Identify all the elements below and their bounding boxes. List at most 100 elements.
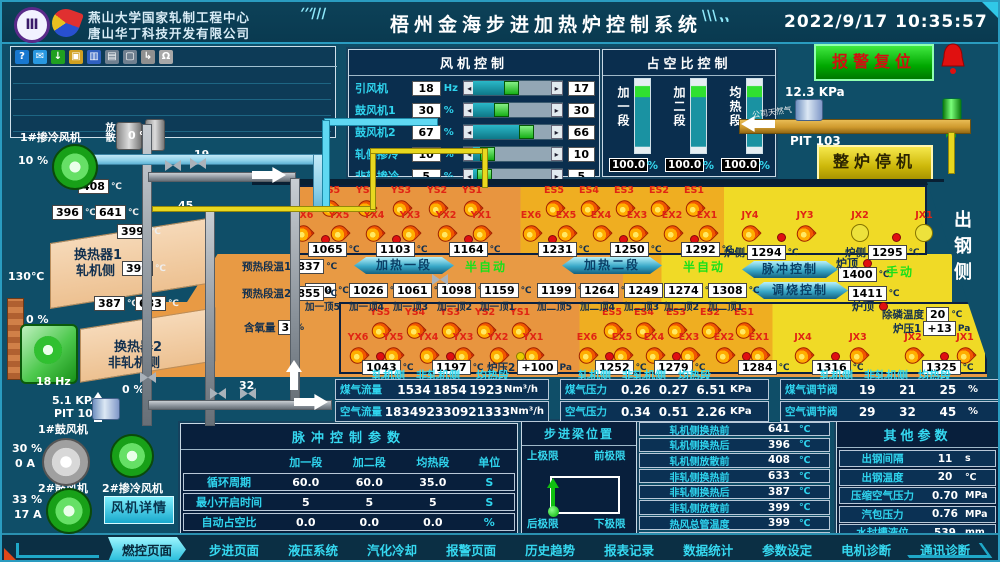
duty-column: 加一段 [615, 78, 651, 154]
mode-manual: 手动 [886, 263, 914, 280]
burner-label: JX1 [915, 211, 932, 221]
temp-unit: ℃ [168, 299, 179, 309]
fan-label: 引风机 [355, 80, 412, 96]
row-label: 空气调节阀 [781, 404, 847, 419]
zone-badge[interactable]: 脉冲控制 [742, 261, 838, 278]
temp-value: +100 [517, 360, 557, 375]
scada-screen: Ⅲ 燕山大学国家轧制工程中心 唐山华丁科技开发有限公司 '''\\\ 梧州金海步… [0, 0, 1000, 562]
flame-icon [738, 222, 761, 245]
fan-slider[interactable] [463, 80, 562, 96]
fan-slider-thumb[interactable] [494, 103, 509, 117]
mode-semi-auto-1: 半自动 [465, 258, 507, 275]
param-value[interactable]: 0.0 [401, 516, 465, 529]
other-param-row: 出钢间隔11s [839, 450, 996, 467]
temp-value: 1250 [610, 242, 649, 257]
row-value: 399 [759, 502, 799, 514]
row-value: 633 [759, 470, 799, 482]
cell-value: 0.26 [617, 383, 655, 397]
param-value[interactable]: 5 [338, 496, 402, 509]
help-icon[interactable]: ? [15, 50, 29, 64]
param-value[interactable]: 5 [274, 496, 338, 509]
burner-jy3: JY3 [792, 211, 818, 242]
tab-5[interactable]: 报警页面 [440, 537, 502, 562]
burner-label: YX1 [471, 211, 492, 221]
hx1-side: 轧机侧 [76, 260, 115, 279]
row-label: 煤气流量 [336, 382, 396, 397]
tab-3[interactable]: 液压系统 [282, 537, 344, 562]
temp-value: 1026 [349, 283, 388, 298]
param-value[interactable]: 35.0 [401, 476, 465, 489]
duty-slider[interactable] [690, 78, 707, 154]
burner-ex3: EX3 [624, 211, 650, 242]
beam-position-dot [548, 506, 559, 517]
fan-setpoint[interactable]: 30 [568, 103, 595, 118]
temp-sublabel: 加二顶4 [580, 299, 615, 313]
duty-slider[interactable] [634, 78, 651, 154]
row-value: 408 [759, 454, 799, 466]
tab-6[interactable]: 历史趋势 [519, 537, 581, 562]
burner-label: JX2 [851, 211, 868, 221]
burner-yx4: YX4 [361, 211, 387, 242]
row-unit: ℃ [799, 471, 829, 482]
burner-label: YX2 [436, 211, 457, 221]
other-param-row: 汽包压力0.76MPa [839, 506, 996, 523]
param-value[interactable]: 5 [401, 496, 465, 509]
temp-label: 炉侧 [724, 245, 745, 260]
tabbar-decor-right [899, 543, 993, 558]
tab-10[interactable]: 电机诊断 [835, 537, 897, 562]
tab-4[interactable]: 汽化冷却 [361, 537, 423, 562]
chart-icon[interactable]: ▥ [87, 50, 101, 64]
fan-slider-thumb[interactable] [504, 81, 519, 95]
fan-detail-button[interactable]: 风机详情 [104, 496, 174, 524]
zone-badge[interactable]: 调烧控制 [752, 282, 848, 299]
other-params-title: 其他参数 [837, 422, 998, 448]
fan-setpoint[interactable]: 66 [568, 125, 595, 140]
temp-sublabel: 加一顶5 [305, 299, 340, 313]
blower1-amp: 0 A [15, 457, 35, 470]
blower-1-icon [42, 438, 90, 486]
duty-cycle-title: 占空比控制 [603, 50, 775, 76]
duty-value: 100.0 [665, 158, 704, 172]
archive-lock-icon[interactable]: ▣ [69, 50, 83, 64]
fan-slider-thumb[interactable] [519, 125, 534, 139]
burner-label: JX4 [794, 333, 811, 343]
alarm-reset-button[interactable]: 报警复位 [814, 44, 934, 81]
tab-8[interactable]: 数据统计 [677, 537, 739, 562]
mail-icon[interactable]: ✉ [33, 50, 47, 64]
fan-slider[interactable] [463, 102, 562, 118]
fan-setpoint[interactable]: 17 [568, 81, 595, 96]
fan-slider[interactable] [463, 124, 562, 140]
temp-value: 1103 [376, 242, 415, 257]
row-label: 轧机侧放散前 [640, 453, 759, 468]
tab-1[interactable]: 燃控页面 [108, 537, 186, 562]
burner-label: JY4 [741, 211, 758, 221]
row-value: 399 [759, 517, 799, 529]
col-header: 单位 [465, 454, 514, 470]
cell-value: 6.51 [692, 383, 730, 397]
dilution-fan-1-label: 1#掺冷风机 [20, 129, 81, 145]
burner-label: YX3 [453, 333, 474, 343]
tab-2[interactable]: 步进页面 [203, 537, 265, 562]
fan-setpoint[interactable]: 10 [568, 147, 595, 162]
temp-value: 1308 [708, 283, 747, 298]
burner-label: EX1 [749, 333, 769, 343]
lock-icon[interactable]: Ω [159, 50, 173, 64]
pipe-segment [370, 148, 376, 210]
export-icon[interactable]: ↳ [141, 50, 155, 64]
tab-9[interactable]: 参数设定 [756, 537, 818, 562]
furnace-shutdown-button[interactable]: 整炉停机 [817, 145, 933, 181]
param-value[interactable]: 0.0 [274, 516, 338, 529]
tab-7[interactable]: 报表记录 [598, 537, 660, 562]
burner-label: JY3 [796, 211, 813, 221]
window-icon[interactable]: ▢ [123, 50, 137, 64]
cell-value: 25 [928, 383, 968, 397]
zone-badge[interactable]: 加热一段 [354, 257, 454, 274]
param-value[interactable]: 0.0 [338, 516, 402, 529]
zone-badge[interactable]: 加热二段 [562, 257, 662, 274]
report-icon[interactable]: ▤ [105, 50, 119, 64]
download-icon[interactable]: ↓ [51, 50, 65, 64]
col-header: 加一段 [274, 454, 338, 470]
param-value[interactable]: 60.0 [274, 476, 338, 489]
duty-unit: % [759, 159, 770, 172]
param-value[interactable]: 60.0 [338, 476, 402, 489]
